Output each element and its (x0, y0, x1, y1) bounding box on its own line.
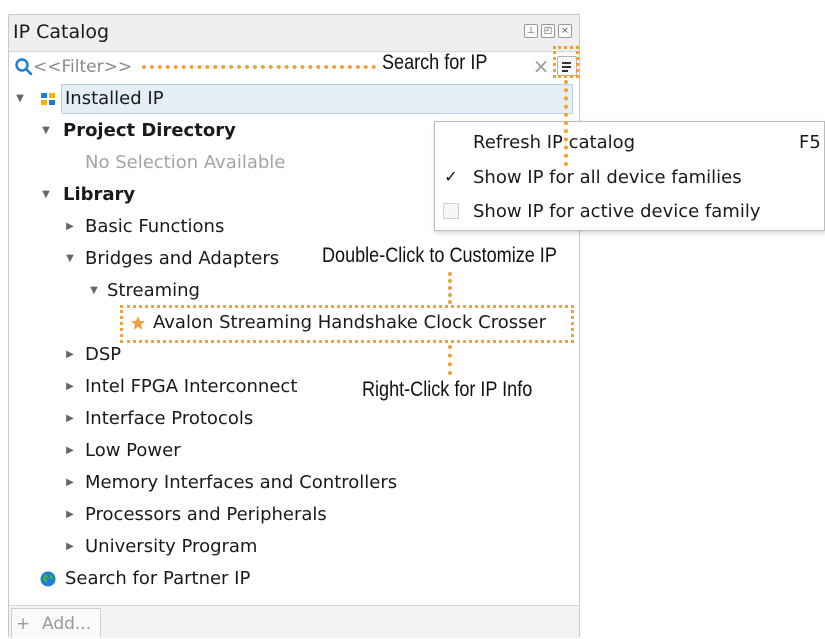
tree-item-label: Search for Partner IP (65, 568, 251, 589)
expanded-arrow-icon[interactable]: ▼ (87, 275, 101, 307)
tree-item-processors[interactable]: ▶ Processors and Peripherals (9, 499, 579, 531)
callout-leader-right-click (448, 345, 452, 375)
callout-leader-double-click (448, 272, 452, 304)
callout-box-menu-button (553, 46, 579, 78)
tree-item-label: DSP (85, 344, 122, 365)
tree-item-label: Intel FPGA Interconnect (85, 376, 298, 397)
pin-icon[interactable]: ⊥ (524, 24, 538, 38)
collapsed-arrow-icon[interactable]: ▶ (63, 371, 77, 403)
add-button[interactable]: + Add... (11, 608, 101, 638)
tree-item-installed-ip[interactable]: ▼ Installed IP (9, 83, 579, 115)
tree-item-label: University Program (85, 536, 258, 557)
tree-item-label: Library (63, 184, 136, 205)
tree-item-label: Low Power (85, 440, 181, 461)
tree-item-label: Memory Interfaces and Controllers (85, 472, 398, 493)
expanded-arrow-icon[interactable]: ▼ (13, 83, 27, 115)
checkbox-icon[interactable] (443, 203, 459, 219)
expanded-arrow-icon[interactable]: ▼ (63, 243, 77, 275)
callout-leader-menu (564, 80, 568, 166)
tree-item-interface-protocols[interactable]: ▶ Interface Protocols (9, 403, 579, 435)
add-bar: + Add... (9, 605, 579, 638)
collapsed-arrow-icon[interactable]: ▶ (63, 467, 77, 499)
collapsed-arrow-icon[interactable]: ▶ (63, 499, 77, 531)
panel-titlebar: IP Catalog ⊥ ◰ × (9, 15, 579, 52)
tree-item-label: Processors and Peripherals (85, 504, 327, 525)
tree-item-label: No Selection Available (85, 152, 286, 173)
checkmark-icon[interactable]: ✓ (443, 169, 459, 185)
catalog-options-menu: Refresh IP catalog F5 ✓ Show IP for all … (434, 121, 825, 231)
add-button-label: Add... (42, 614, 92, 634)
tree-item-label: Streaming (107, 280, 200, 301)
callout-double-click: Double-Click to Customize IP (322, 244, 557, 267)
tree-item-label: Bridges and Adapters (85, 248, 280, 269)
tree-item-label: Interface Protocols (85, 408, 254, 429)
collapsed-arrow-icon[interactable]: ▶ (63, 435, 77, 467)
menu-item-label: Refresh IP catalog (473, 132, 636, 153)
tree-item-memory-interfaces[interactable]: ▶ Memory Interfaces and Controllers (9, 467, 579, 499)
tree-item-label: Basic Functions (85, 216, 225, 237)
tree-item-university[interactable]: ▶ University Program (9, 531, 579, 563)
tree-item-label: Project Directory (63, 120, 236, 141)
menu-item-show-active-family[interactable]: Show IP for active device family (435, 195, 825, 229)
panel-title: IP Catalog (13, 21, 110, 43)
menu-item-label: Show IP for active device family (473, 201, 761, 222)
menu-item-shortcut: F5 (799, 132, 821, 153)
plus-icon: + (16, 614, 31, 634)
menu-item-refresh[interactable]: Refresh IP catalog F5 (435, 126, 825, 160)
search-icon (15, 58, 33, 76)
callout-search: Search for IP (382, 51, 488, 74)
globe-icon (40, 571, 56, 587)
expanded-arrow-icon[interactable]: ▼ (39, 115, 53, 147)
menu-item-label: Show IP for all device families (473, 167, 742, 188)
tree-item-partner-ip[interactable]: Search for Partner IP (9, 563, 579, 595)
tree-item-label: Installed IP (65, 88, 164, 109)
tree-item-low-power[interactable]: ▶ Low Power (9, 435, 579, 467)
menu-item-show-all-families[interactable]: ✓ Show IP for all device families (435, 161, 825, 195)
collapsed-arrow-icon[interactable]: ▶ (63, 403, 77, 435)
collapsed-arrow-icon[interactable]: ▶ (63, 339, 77, 371)
collapsed-arrow-icon[interactable]: ▶ (63, 531, 77, 563)
expanded-arrow-icon[interactable]: ▼ (39, 179, 53, 211)
callout-right-click: Right-Click for IP Info (362, 378, 533, 401)
callout-box-avalon-item (120, 305, 574, 343)
tree-item-streaming[interactable]: ▼ Streaming (9, 275, 579, 307)
clear-icon[interactable]: × (531, 54, 551, 78)
installed-ip-icon (41, 93, 55, 105)
close-icon[interactable]: × (558, 24, 572, 38)
float-icon[interactable]: ◰ (541, 24, 555, 38)
callout-leader-search (142, 65, 376, 69)
collapsed-arrow-icon[interactable]: ▶ (63, 211, 77, 243)
tree-item-dsp[interactable]: ▶ DSP (9, 339, 579, 371)
